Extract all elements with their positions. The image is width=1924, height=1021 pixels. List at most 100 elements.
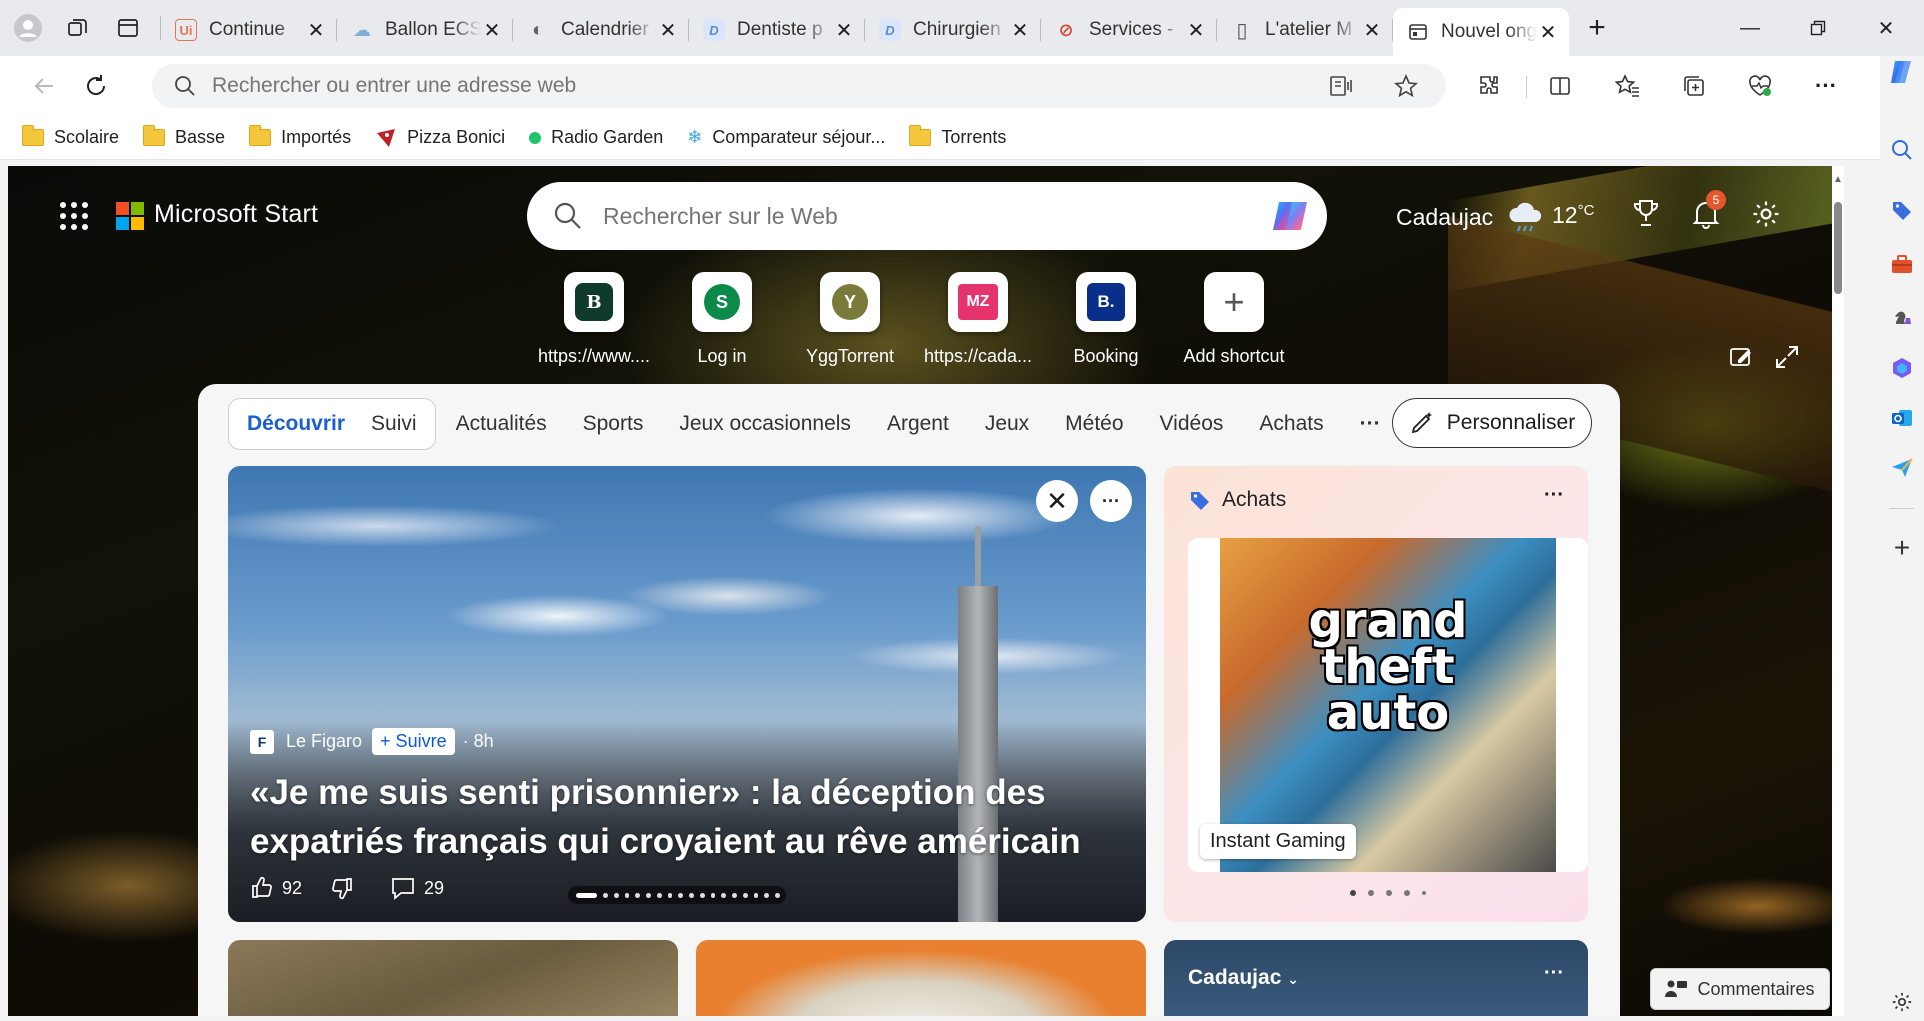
immersive-reader-button[interactable] [1322,66,1362,106]
tab[interactable]: ◐ Calendrier ✕ [513,9,689,51]
weather-location[interactable]: Cadaujac [1396,204,1493,231]
bookmark-folder[interactable]: Importés [249,125,351,148]
like-button[interactable]: 92 [250,876,302,900]
tab-casual-games[interactable]: Jeux occasionnels [679,412,851,436]
article-headline[interactable]: «Je me suis senti prisonnier» : la décep… [250,768,1130,866]
bookmark-folder[interactable]: Scolaire [22,125,119,148]
web-search-box[interactable] [527,182,1327,250]
drop-sidebar-button[interactable] [1886,452,1918,484]
weather-card[interactable]: Cadaujac ⌄ ··· [1164,940,1588,1016]
collections-button[interactable] [1674,66,1714,106]
tools-sidebar-button[interactable] [1886,248,1918,280]
follow-button[interactable]: + Suivre [372,728,455,755]
close-icon[interactable]: ✕ [833,18,855,43]
expand-icon[interactable] [1774,344,1800,370]
feedback-button[interactable]: Commentaires [1650,968,1830,1010]
close-icon[interactable]: ✕ [1009,18,1031,43]
back-button[interactable] [22,66,66,106]
close-icon[interactable]: ✕ [305,18,327,43]
news-card[interactable] [696,940,1146,1016]
add-sidebar-app-button[interactable]: + [1886,532,1918,564]
notifications-button[interactable]: 5 [1688,190,1726,232]
tab-news[interactable]: Actualités [456,412,547,436]
cloud-rain-icon[interactable] [1508,200,1546,234]
tab-weather[interactable]: Météo [1065,412,1123,436]
m365-sidebar-button[interactable] [1886,352,1918,384]
copilot-icon[interactable] [1269,196,1313,236]
carousel-dots[interactable] [1350,890,1438,896]
tab-actions-button[interactable] [106,8,150,48]
tab[interactable]: ⊘ Services - ✕ [1041,9,1217,51]
address-input[interactable] [212,74,1446,98]
address-bar[interactable] [152,64,1446,108]
tab-following[interactable]: Suivi [371,412,417,436]
article-more-button[interactable]: ··· [1090,480,1132,522]
shortcut-tile[interactable]: S Log in [658,272,786,372]
tab-games[interactable]: Jeux [985,412,1029,436]
split-screen-button[interactable] [1540,66,1580,106]
tab-discover[interactable]: Découvrir [247,412,345,436]
shortcut-tile[interactable]: MZ https://cada... [914,272,1042,372]
dismiss-article-button[interactable]: ✕ [1036,480,1078,522]
dislike-button[interactable] [330,876,362,900]
copilot-button[interactable] [1886,56,1918,88]
bookmark-link[interactable]: Radio Garden [529,127,663,148]
weather-more-button[interactable]: ··· [1544,962,1564,985]
page-scrollbar[interactable]: ▲ [1832,166,1844,1016]
tab[interactable]: D Dentiste p ✕ [689,9,865,51]
browser-essentials-button[interactable] [1740,66,1780,106]
comments-button[interactable]: 29 [390,876,444,900]
close-icon[interactable]: ✕ [657,18,679,43]
tab[interactable]: ☁ Ballon ECS ✕ [337,9,513,51]
tab-videos[interactable]: Vidéos [1160,412,1224,436]
shortcut-tile[interactable]: Y YggTorrent [786,272,914,372]
page-settings-button[interactable] [1748,196,1784,232]
new-tab-button[interactable]: + [1575,11,1619,45]
reload-button[interactable] [74,66,118,106]
shopping-title[interactable]: Achats [1222,488,1286,512]
close-icon[interactable]: ✕ [481,18,503,43]
product-tile[interactable]: grand theft auto Instant Gaming [1188,538,1588,872]
rewards-button[interactable] [1628,196,1664,232]
close-icon[interactable]: ✕ [1537,20,1559,45]
weather-card-title[interactable]: Cadaujac ⌄ [1188,966,1299,990]
hero-article-card[interactable]: ✕ ··· F Le Figaro + Suivre · 8h «Je me s… [228,466,1146,922]
restore-button[interactable] [1784,0,1852,56]
tab[interactable]: ▯ L'atelier M ✕ [1217,9,1393,51]
tab-active[interactable]: Nouvel onglet✕ [1393,8,1569,56]
favorite-star-button[interactable] [1386,66,1426,106]
extensions-button[interactable] [1470,66,1510,106]
shortcut-tile[interactable]: B. Booking [1042,272,1170,372]
profile-button[interactable] [6,8,50,48]
personalize-button[interactable]: Personnaliser [1392,398,1592,448]
sidebar-settings-button[interactable] [1886,986,1918,1018]
minimize-button[interactable]: — [1716,0,1784,56]
outlook-sidebar-button[interactable] [1886,402,1918,434]
carousel-dots[interactable] [568,886,786,904]
bookmark-folder[interactable]: Torrents [909,125,1006,148]
news-card[interactable] [228,940,678,1016]
edit-background-icon[interactable] [1728,344,1754,370]
games-sidebar-button[interactable] [1886,300,1918,332]
weather-temperature[interactable]: 12°C [1552,202,1594,229]
scrollbar-thumb[interactable] [1834,202,1842,294]
scroll-up-icon[interactable]: ▲ [1833,174,1843,185]
tab[interactable]: D Chirurgien ✕ [865,9,1041,51]
shortcut-tile[interactable]: Bhttps://www.... [530,272,658,372]
favorites-button[interactable] [1608,66,1648,106]
tab-shopping[interactable]: Achats [1259,412,1323,436]
web-search-input[interactable] [603,202,1223,230]
search-sidebar-button[interactable] [1886,134,1918,166]
bookmark-link[interactable]: Pizza Bonici [375,127,505,149]
add-shortcut-button[interactable]: + Add shortcut [1170,272,1298,372]
bookmark-link[interactable]: ❄ Comparateur séjour... [687,127,885,148]
close-icon[interactable]: ✕ [1361,18,1383,43]
merchant-label[interactable]: Instant Gaming [1200,824,1356,859]
tab-money[interactable]: Argent [887,412,949,436]
tab-sports[interactable]: Sports [583,412,644,436]
tab[interactable]: Ui Continue ✕ [161,9,337,51]
settings-more-button[interactable]: ··· [1806,66,1846,106]
workspaces-button[interactable] [56,8,100,48]
shopping-sidebar-button[interactable] [1886,194,1918,226]
publisher-name[interactable]: Le Figaro [286,731,362,752]
